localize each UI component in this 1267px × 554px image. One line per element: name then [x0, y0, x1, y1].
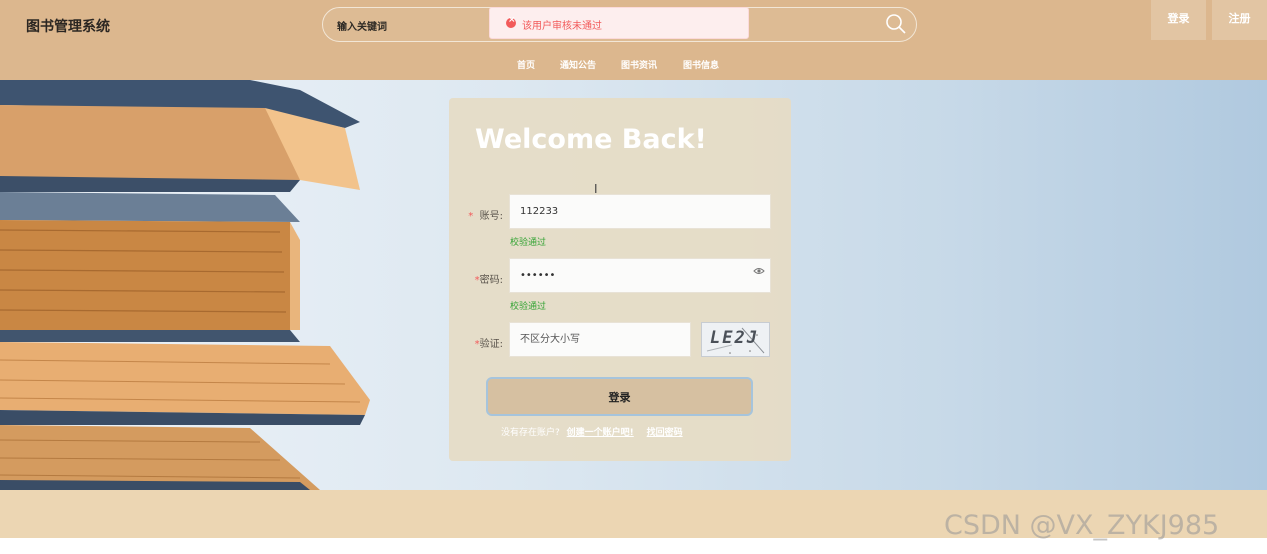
nav-book-news[interactable]: 图书资讯 [621, 58, 657, 71]
books-stack-image [0, 80, 370, 490]
captcha-input[interactable] [509, 322, 691, 357]
error-circle-icon [506, 15, 516, 28]
eye-icon[interactable] [753, 266, 765, 276]
create-account-link[interactable]: 创建一个账户吧! [567, 428, 634, 438]
login-button[interactable]: 登录 [486, 377, 753, 416]
toast-message: 该用户审核未通过 [522, 21, 602, 32]
login-title: Welcome Back! [475, 124, 707, 155]
account-valid-message: 校验通过 [510, 238, 547, 248]
nav-announcements[interactable]: 通知公告 [560, 58, 596, 71]
password-valid-message: 校验通过 [510, 302, 547, 312]
search-icon[interactable] [884, 12, 908, 36]
error-toast: 该用户审核未通过 [489, 7, 749, 39]
password-input[interactable] [509, 258, 771, 293]
password-label-text: 密码: [479, 275, 503, 286]
site-title: 图书管理系统 [26, 19, 110, 35]
forgot-password-link[interactable]: 找回密码 [647, 428, 683, 438]
captcha-text: LE2J [710, 328, 759, 348]
account-label-text: 账号: [479, 211, 503, 222]
watermark: CSDN @VX_ZYKJ985 [944, 510, 1220, 541]
account-label: * 账号: [463, 207, 503, 222]
required-marker: * [468, 211, 474, 222]
password-label: *密码: [463, 271, 503, 286]
header-login-button[interactable]: 登录 [1151, 0, 1206, 40]
header-register-button[interactable]: 注册 [1212, 0, 1267, 40]
no-account-text: 没有存在账户? [501, 428, 560, 438]
nav-home[interactable]: 首页 [517, 58, 535, 71]
search-input[interactable]: 输入关键词 [337, 18, 387, 33]
nav-book-info[interactable]: 图书信息 [683, 58, 719, 71]
login-panel: Welcome Back! I * 账号: 校验通过 *密码: 校验通过 *验证… [449, 98, 791, 461]
captcha-label: *验证: [463, 335, 503, 350]
login-footer: 没有存在账户? 创建一个账户吧! 找回密码 [501, 425, 683, 438]
captcha-image[interactable]: LE2J [701, 322, 770, 357]
captcha-label-text: 验证: [479, 339, 503, 350]
account-input[interactable] [509, 194, 771, 229]
